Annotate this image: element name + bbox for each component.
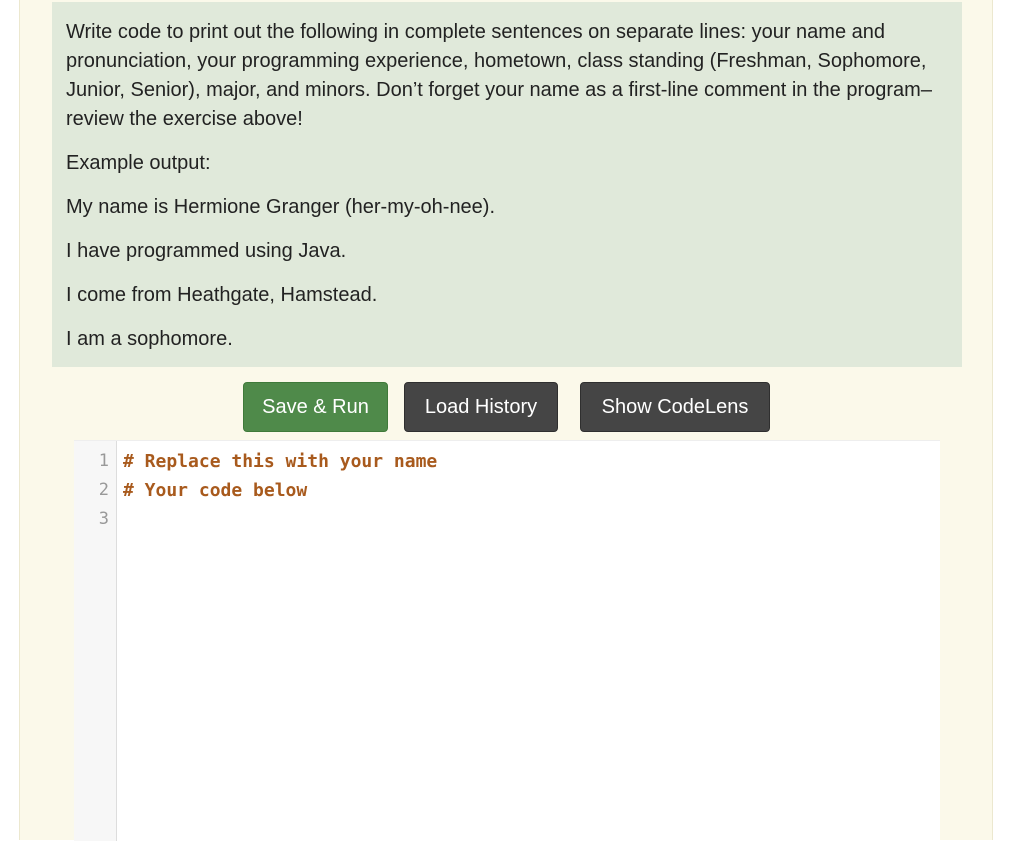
- code-editor[interactable]: 1 2 3 # Replace this with your name # Yo…: [74, 440, 940, 841]
- example-line: I have programmed using Java.: [66, 240, 347, 262]
- code-line[interactable]: # Replace this with your name: [123, 447, 437, 476]
- question-panel: Write code to print out the following in…: [52, 2, 962, 367]
- example-line: I come from Heathgate, Hamstead.: [66, 284, 378, 306]
- load-history-button[interactable]: Load History: [404, 382, 558, 432]
- show-codelens-button[interactable]: Show CodeLens: [580, 382, 770, 432]
- code-line[interactable]: # Your code below: [123, 476, 307, 505]
- question-prompt: Write code to print out the following in…: [66, 21, 932, 130]
- line-number-gutter: 1 2 3: [74, 441, 117, 841]
- line-number: 1: [98, 451, 109, 471]
- example-output-label: Example output:: [66, 152, 211, 174]
- activity-container: Write code to print out the following in…: [19, 0, 993, 841]
- save-run-button[interactable]: Save & Run: [243, 382, 388, 432]
- button-row: Save & Run Load History Show CodeLens: [20, 382, 992, 432]
- line-number: 3: [98, 509, 109, 529]
- line-number: 2: [98, 480, 109, 500]
- example-line: I am a sophomore.: [66, 328, 233, 350]
- example-line: My name is Hermione Granger (her-my-oh-n…: [66, 196, 496, 218]
